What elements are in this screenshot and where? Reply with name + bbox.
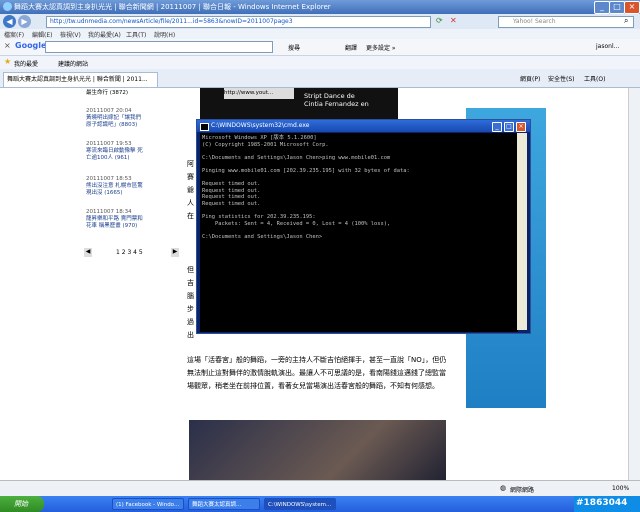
taskbar-item-ie[interactable]: 舞蹈大賽太認真調... bbox=[188, 498, 260, 510]
pager-pages[interactable]: 1 2 3 4 5 bbox=[116, 249, 143, 256]
cmd-line: (C) Copyright 1985-2001 Microsoft Corp. bbox=[202, 141, 329, 148]
minimize-button[interactable]: _ bbox=[594, 1, 610, 14]
cmd-line bbox=[202, 175, 518, 182]
pager-prev-icon[interactable]: ◀ bbox=[84, 248, 92, 257]
command-page[interactable]: 網頁(P) bbox=[520, 74, 540, 83]
cmd-line bbox=[202, 148, 518, 155]
start-button[interactable]: 開始 bbox=[0, 496, 44, 512]
taskbar-item-facebook[interactable]: (1) Facebook - Windo... bbox=[112, 498, 184, 510]
back-button[interactable]: ◀ bbox=[3, 15, 16, 28]
search-icon[interactable]: ⌕ bbox=[624, 16, 628, 26]
cmd-title-bar[interactable]: C:\WINDOWS\system32\cmd.exe _ □ × bbox=[197, 120, 530, 132]
status-bar: ◍ 網際網路 100% bbox=[0, 480, 640, 497]
taskbar: 開始 (1) Facebook - Windo... 舞蹈大賽太認真調... C… bbox=[0, 496, 640, 512]
favorites-star-icon[interactable]: ★ bbox=[4, 57, 11, 66]
cmd-title: C:\WINDOWS\system32\cmd.exe bbox=[211, 122, 310, 129]
video-caption: Stript Dance de Cintia Fernandez en bbox=[304, 92, 369, 108]
system-tray: #1863044 bbox=[574, 496, 640, 512]
forward-button[interactable]: ▶ bbox=[18, 15, 31, 28]
menu-file[interactable]: 檔案(F) bbox=[4, 30, 24, 39]
sidebar-item-link[interactable]: 龍昇樂和平路 賣門票和花車 稱黑歷畫 (970) bbox=[86, 216, 146, 230]
menu-favorites[interactable]: 我的最愛(A) bbox=[88, 30, 121, 39]
sidebar-item-date: 20111007 19:53 bbox=[86, 141, 132, 147]
cmd-line: Request timed out. bbox=[202, 187, 261, 194]
cmd-close-button[interactable]: × bbox=[516, 122, 526, 132]
close-toolbar-icon[interactable]: × bbox=[4, 41, 11, 50]
sidebar-item-link[interactable]: 寒流來臨日啟動豫擊 死亡逾100人 (961) bbox=[86, 148, 144, 162]
stop-icon[interactable]: ✕ bbox=[450, 16, 457, 25]
taskbar-item-cmd[interactable]: C:\WINDOWS\system... bbox=[264, 498, 336, 510]
cmd-minimize-button[interactable]: _ bbox=[492, 122, 502, 132]
article-paragraph: 這場「活春宮」般的舞蹈，一旁的主持人不斷吉怕絕揮手，甚至一直說「NO」，但仍無法… bbox=[187, 356, 447, 390]
window-title: 舞蹈大賽太認真調到主身扒光光 | 聯合新聞網 | 20111007 | 聯合日報… bbox=[14, 3, 331, 11]
video-thumbnail[interactable]: http://www.yout... Stript Dance de Cinti… bbox=[200, 88, 398, 120]
google-logo: Google bbox=[15, 41, 47, 50]
favorites-button[interactable]: 我的最愛 bbox=[14, 59, 38, 68]
tab-bar: 舞蹈大賽太認真調到主身扒光光 | 聯合新聞 | 2011... 網頁(P) 安全… bbox=[0, 69, 640, 88]
cmd-line: Packets: Sent = 4, Received = 0, Lost = … bbox=[202, 220, 391, 227]
menu-tools[interactable]: 工具(T) bbox=[126, 30, 146, 39]
sidebar-pager: ◀ 1 2 3 4 5 ▶ bbox=[84, 248, 180, 258]
sidebar-item[interactable]: 20111007 20:04 黃曉明出嫁記「讓我們原子認識吧」(8803) bbox=[86, 108, 144, 129]
pager-next-icon[interactable]: ▶ bbox=[171, 248, 179, 257]
cmd-line: Ping statistics for 202.39.235.195: bbox=[202, 214, 316, 221]
zoom-level[interactable]: 100% bbox=[612, 485, 629, 492]
sidebar-item-date: 20111007 20:04 bbox=[86, 108, 132, 114]
ie-title-bar: 舞蹈大賽太認真調到主身扒光光 | 聯合新聞網 | 20111007 | 聯合日報… bbox=[0, 0, 640, 14]
address-bar: ◀ ▶ http://tw.udnmedia.com/newsArticle/f… bbox=[0, 14, 640, 29]
sidebar-top-item[interactable]: 最生命行 (3872) bbox=[86, 90, 128, 97]
favorites-bar: ★ 我的最愛 建議的網站 bbox=[0, 56, 640, 69]
sidebar-item[interactable]: 20111007 19:53 寒流來臨日啟動豫擊 死亡逾100人 (961) bbox=[86, 141, 144, 162]
cmd-line: Microsoft Windows XP [版本 5.1.2600] bbox=[202, 135, 317, 141]
cmd-line bbox=[202, 208, 518, 215]
translate-button[interactable]: 翻譯 bbox=[345, 43, 357, 52]
cmd-window[interactable]: C:\WINDOWS\system32\cmd.exe _ □ × Micros… bbox=[196, 119, 531, 334]
cmd-line: Pinging www.mobile01.com [202.39.235.195… bbox=[202, 167, 410, 174]
sidebar-item[interactable]: 20111007 18:53 熊出沒注意 札幌市區驚現出沒 (1665) bbox=[86, 176, 144, 197]
cmd-maximize-button[interactable]: □ bbox=[504, 122, 514, 132]
sidebar-item-link[interactable]: 熊出沒注意 札幌市區驚現出沒 (1665) bbox=[86, 183, 144, 197]
cmd-scrollbar[interactable] bbox=[517, 133, 527, 330]
page-scrollbar[interactable] bbox=[628, 88, 640, 490]
tab-current[interactable]: 舞蹈大賽太認真調到主身扒光光 | 聯合新聞 | 2011... bbox=[3, 72, 158, 87]
google-search-button[interactable]: 搜尋 bbox=[288, 43, 300, 52]
menu-view[interactable]: 檢視(V) bbox=[60, 30, 81, 39]
sidebar-item-link[interactable]: 黃曉明出嫁記「讓我們原子認識吧」(8803) bbox=[86, 115, 144, 129]
cmd-output[interactable]: Microsoft Windows XP [版本 5.1.2600] (C) Co… bbox=[200, 133, 518, 332]
cmd-line: Request timed out. bbox=[202, 200, 261, 207]
cmd-line: Request timed out. bbox=[202, 194, 261, 201]
globe-icon: ◍ bbox=[500, 484, 507, 492]
zone-label: 網際網路 bbox=[510, 487, 535, 494]
menu-edit[interactable]: 編輯(E) bbox=[32, 30, 52, 39]
google-user[interactable]: jasonl... bbox=[596, 43, 619, 50]
google-toolbar: × Google 搜尋 翻譯 更多設定 » jasonl... bbox=[0, 39, 640, 56]
cmd-line bbox=[202, 161, 518, 168]
more-settings-button[interactable]: 更多設定 » bbox=[366, 43, 396, 52]
command-tools[interactable]: 工具(O) bbox=[584, 74, 605, 83]
cmd-line: Request timed out. bbox=[202, 181, 261, 188]
cmd-line: C:\Documents and Settings\Jason Chen>pin… bbox=[202, 154, 391, 161]
cmd-line: C:\Documents and Settings\Jason Chen> bbox=[202, 233, 323, 240]
url-input[interactable]: http://tw.udnmedia.com/newsArticle/file/… bbox=[46, 16, 431, 28]
video-link[interactable]: http://www.yout... bbox=[224, 88, 294, 99]
sidebar-item[interactable]: 20111007 18:34 龍昇樂和平路 賣門票和花車 稱黑歷畫 (970) bbox=[86, 209, 146, 230]
maximize-button[interactable]: □ bbox=[609, 1, 625, 14]
command-safety[interactable]: 安全性(S) bbox=[548, 74, 575, 83]
refresh-icon[interactable]: ⟳ bbox=[436, 16, 443, 25]
menu-help[interactable]: 說明(H) bbox=[154, 30, 175, 39]
ie-logo-icon bbox=[3, 2, 12, 11]
close-button[interactable]: × bbox=[624, 1, 640, 14]
cmd-line bbox=[202, 227, 518, 234]
watermark: #1863044 bbox=[576, 498, 628, 508]
search-input[interactable]: Yahoo! Search bbox=[498, 16, 634, 28]
menu-bar: 檔案(F) 編輯(E) 檢視(V) 我的最愛(A) 工具(T) 說明(H) bbox=[0, 29, 640, 39]
sidebar-item-date: 20111007 18:53 bbox=[86, 176, 132, 182]
cmd-icon bbox=[200, 123, 209, 131]
suggested-sites-button[interactable]: 建議的網站 bbox=[58, 59, 88, 68]
sidebar-item-date: 20111007 18:34 bbox=[86, 209, 132, 215]
google-search-input[interactable] bbox=[45, 41, 273, 53]
